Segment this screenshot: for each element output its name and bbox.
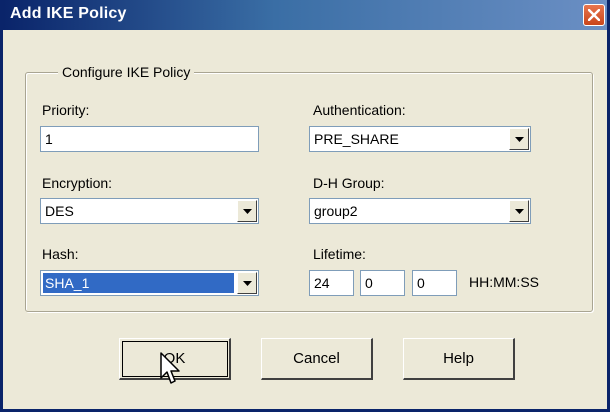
lifetime-label: Lifetime: (313, 246, 366, 262)
mouse-pointer-icon (160, 352, 180, 384)
dh-group-dropdown-button[interactable] (509, 200, 529, 222)
title-bar[interactable]: Add IKE Policy (3, 0, 607, 30)
authentication-select[interactable]: PRE_SHARE (309, 126, 531, 152)
encryption-dropdown-button[interactable] (237, 200, 257, 222)
authentication-label: Authentication: (313, 102, 406, 118)
chevron-down-icon (514, 208, 524, 214)
close-icon (588, 9, 600, 21)
dialog-title: Add IKE Policy (10, 5, 127, 22)
group-title: Configure IKE Policy (58, 64, 195, 80)
hash-select[interactable]: SHA_1 (40, 270, 259, 296)
lifetime-hours-input[interactable] (309, 270, 354, 296)
hash-label: Hash: (42, 246, 79, 262)
cancel-button[interactable]: Cancel (261, 338, 373, 380)
chevron-down-icon (242, 280, 252, 286)
chevron-down-icon (242, 208, 252, 214)
help-button[interactable]: Help (403, 338, 515, 380)
encryption-select[interactable]: DES (40, 198, 259, 224)
lifetime-minutes-input[interactable] (360, 270, 405, 296)
priority-label: Priority: (42, 102, 90, 118)
dh-group-select[interactable]: group2 (309, 198, 531, 224)
authentication-dropdown-button[interactable] (509, 128, 529, 150)
encryption-label: Encryption: (42, 175, 113, 191)
hash-value: SHA_1 (43, 273, 234, 293)
add-ike-policy-dialog: Add IKE Policy Configure IKE Policy Prio… (0, 0, 610, 412)
dh-group-value: group2 (314, 203, 358, 219)
priority-input[interactable] (40, 126, 259, 152)
close-button[interactable] (583, 4, 605, 26)
authentication-value: PRE_SHARE (314, 131, 399, 147)
lifetime-seconds-input[interactable] (412, 270, 457, 296)
hash-dropdown-button[interactable] (237, 272, 257, 294)
chevron-down-icon (514, 136, 524, 142)
encryption-value: DES (45, 203, 74, 219)
lifetime-format-label: HH:MM:SS (469, 274, 539, 290)
dh-group-label: D-H Group: (313, 175, 385, 191)
